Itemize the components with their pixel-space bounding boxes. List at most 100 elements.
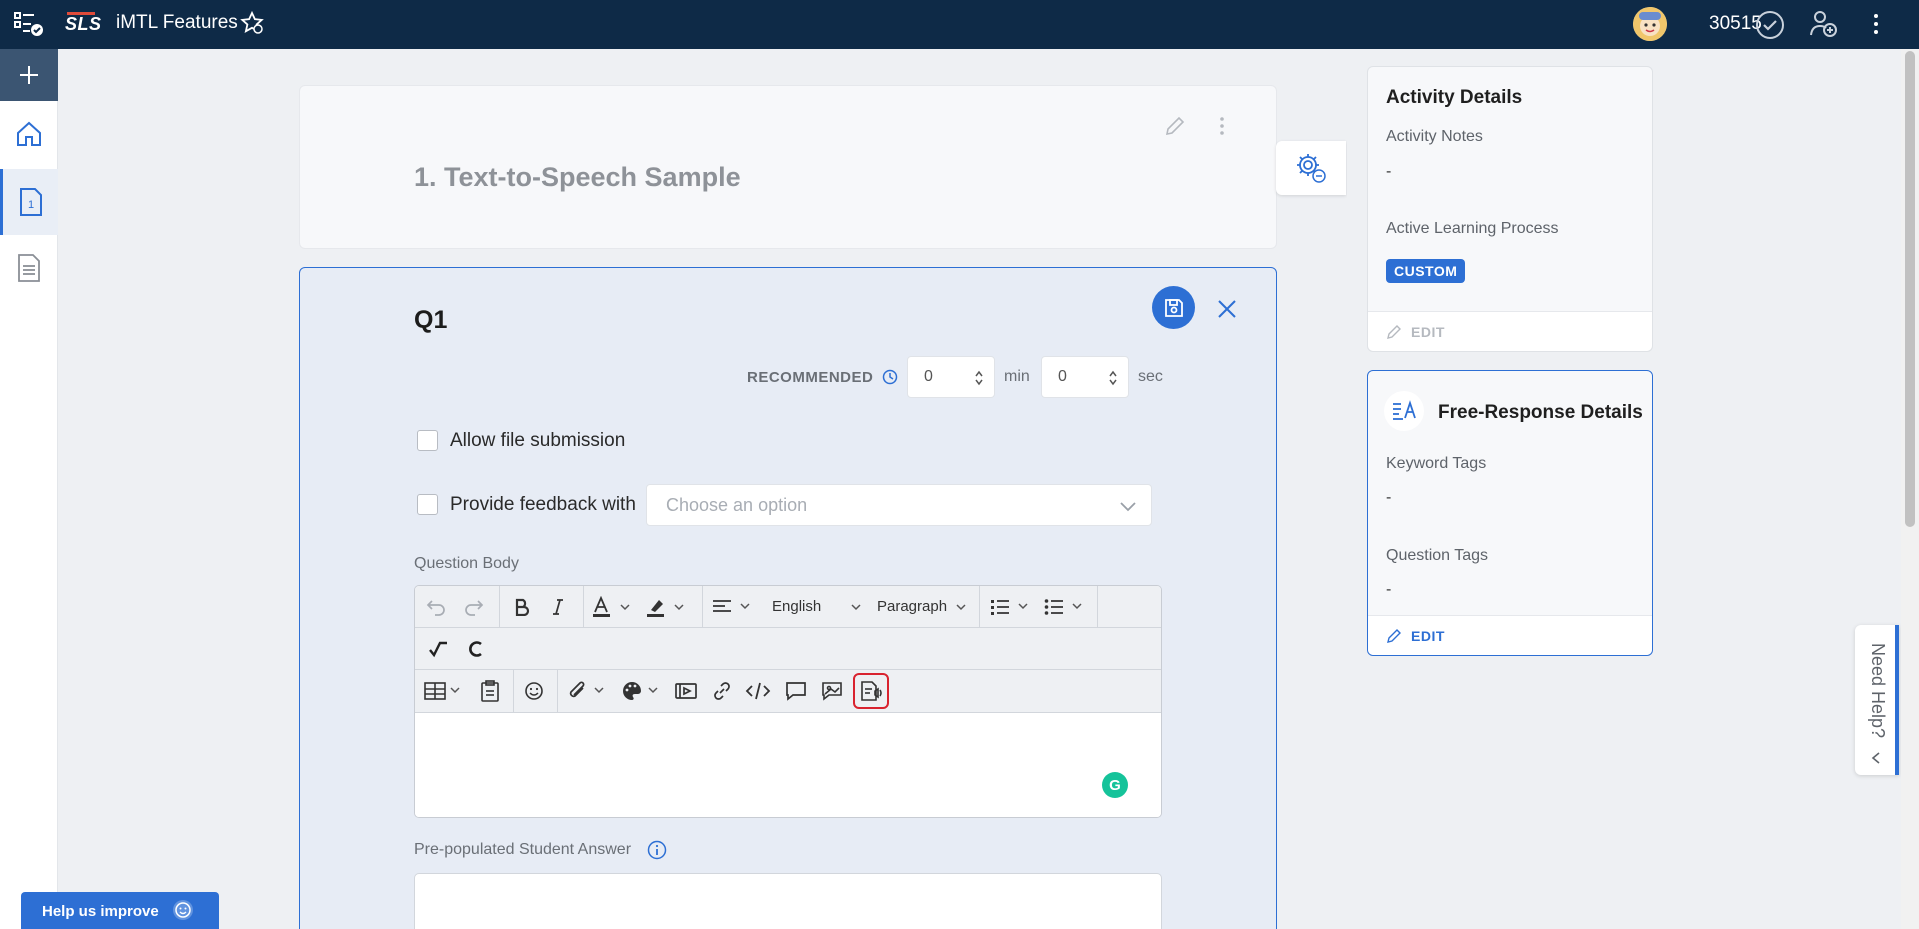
- bold-icon: [515, 598, 530, 616]
- close-button[interactable]: [1212, 294, 1242, 324]
- chemistry-c-icon: [469, 641, 482, 657]
- numbered-list-icon: [991, 600, 1028, 615]
- sls-logo[interactable]: SLS: [65, 14, 102, 35]
- info-icon[interactable]: [647, 840, 667, 860]
- more-vertical-icon[interactable]: [1868, 11, 1884, 37]
- scrollbar[interactable]: [1901, 49, 1919, 929]
- video-button[interactable]: [671, 676, 701, 706]
- math-equation-button[interactable]: [423, 634, 453, 664]
- more-options-icon[interactable]: [1217, 114, 1227, 138]
- text-to-speech-icon: [861, 681, 882, 701]
- undo-button[interactable]: [421, 592, 451, 622]
- grammarly-icon[interactable]: G: [1102, 772, 1128, 798]
- settings-gear-tab[interactable]: [1276, 141, 1346, 195]
- source-code-button[interactable]: [743, 676, 773, 706]
- align-button[interactable]: [709, 592, 757, 622]
- question-tags-label: Question Tags: [1386, 547, 1488, 564]
- paste-button[interactable]: [475, 676, 505, 706]
- edit-label: EDIT: [1411, 628, 1445, 644]
- edit-pencil-icon[interactable]: [1164, 115, 1186, 137]
- menu-icon[interactable]: [14, 11, 44, 37]
- settings-gear-icon: [1297, 154, 1326, 183]
- pre-populated-answer-label: Pre-populated Student Answer: [414, 841, 632, 858]
- help-us-improve-label: Help us improve: [42, 903, 159, 920]
- toolbar-divider: [557, 670, 558, 712]
- chevron-down-icon: [956, 604, 966, 611]
- toolbar-divider: [702, 586, 703, 628]
- page-1-nav[interactable]: 1: [0, 169, 58, 235]
- italic-icon: [553, 599, 563, 615]
- block-format-select[interactable]: Paragraph: [877, 598, 947, 615]
- chemistry-button[interactable]: [461, 634, 491, 664]
- minutes-stepper[interactable]: 0: [907, 356, 995, 398]
- help-us-improve-button[interactable]: Help us improve: [21, 892, 219, 929]
- seconds-value: 0: [1058, 368, 1067, 385]
- activity-details-edit-button[interactable]: EDIT: [1368, 311, 1652, 351]
- comment-button[interactable]: [781, 676, 811, 706]
- free-response-heading: Free-Response Details: [1438, 402, 1643, 423]
- numbered-list-button[interactable]: [987, 592, 1035, 622]
- allow-file-checkbox[interactable]: [417, 430, 438, 451]
- color-palette-button[interactable]: [619, 676, 665, 706]
- scrollbar-thumb[interactable]: [1905, 51, 1915, 527]
- attachment-button[interactable]: [565, 676, 611, 706]
- bold-button[interactable]: [507, 592, 537, 622]
- edit-label: EDIT: [1411, 324, 1445, 340]
- link-button[interactable]: [707, 676, 737, 706]
- video-icon: [675, 683, 697, 699]
- question-body-label: Question Body: [414, 555, 519, 572]
- text-to-speech-button[interactable]: [853, 673, 889, 709]
- recommended-label: RECOMMENDED: [747, 369, 874, 386]
- edit-pencil-icon: [1387, 325, 1401, 339]
- document-icon: [18, 254, 40, 282]
- feedback-checkbox[interactable]: [417, 494, 438, 515]
- text-color-button[interactable]: [589, 592, 637, 622]
- pre-populated-answer-input[interactable]: [414, 873, 1162, 929]
- emoji-button[interactable]: [519, 676, 549, 706]
- highlight-color-button[interactable]: [643, 592, 691, 622]
- square-root-icon: [429, 641, 447, 658]
- stepper-arrows-icon[interactable]: [1108, 369, 1118, 387]
- activity-title[interactable]: 1. Text-to-Speech Sample: [414, 162, 741, 193]
- editor-content-area[interactable]: [415, 713, 1161, 817]
- toolbar-divider: [979, 586, 980, 628]
- feedback-select-placeholder: Choose an option: [666, 495, 808, 515]
- table-button[interactable]: [421, 676, 467, 706]
- text-color-icon: [593, 596, 630, 617]
- tasks-check-icon[interactable]: [1755, 10, 1785, 40]
- toolbar-row-3: [415, 670, 1161, 713]
- need-help-tab[interactable]: Need Help?: [1855, 625, 1899, 775]
- image-description-button[interactable]: [817, 676, 847, 706]
- italic-button[interactable]: [543, 592, 573, 622]
- free-response-icon: [1384, 391, 1424, 431]
- avatar[interactable]: [1633, 7, 1667, 41]
- process-badge: CUSTOM: [1386, 259, 1466, 283]
- keyword-tags-label: Keyword Tags: [1386, 455, 1487, 472]
- activity-notes-label: Activity Notes: [1386, 128, 1483, 145]
- chevron-down-icon: [1120, 502, 1136, 512]
- activity-notes-value: -: [1386, 163, 1392, 180]
- comment-icon: [786, 682, 806, 701]
- pages-nav[interactable]: [0, 235, 58, 301]
- question-label: Q1: [414, 306, 448, 334]
- language-select[interactable]: English: [772, 598, 821, 615]
- groups-icon[interactable]: [1808, 9, 1838, 39]
- favourite-star-icon[interactable]: [240, 11, 264, 35]
- home-nav[interactable]: [0, 101, 58, 167]
- stepper-arrows-icon[interactable]: [974, 369, 984, 387]
- seconds-stepper[interactable]: 0: [1041, 356, 1129, 398]
- bullet-list-button[interactable]: [1041, 592, 1089, 622]
- feedback-select[interactable]: Choose an option: [646, 484, 1152, 526]
- toolbar-row-2: [415, 628, 1161, 670]
- free-response-edit-button[interactable]: EDIT: [1368, 615, 1652, 655]
- save-button[interactable]: [1152, 286, 1195, 329]
- points-count: 30515: [1709, 13, 1762, 34]
- palette-icon: [623, 682, 658, 700]
- toolbar-divider: [583, 586, 584, 628]
- add-button[interactable]: [0, 49, 58, 101]
- redo-button[interactable]: [459, 592, 489, 622]
- highlight-icon: [647, 600, 684, 617]
- clipboard-icon: [481, 680, 499, 702]
- edit-pencil-icon: [1387, 629, 1401, 643]
- chevron-down-icon: [851, 604, 861, 611]
